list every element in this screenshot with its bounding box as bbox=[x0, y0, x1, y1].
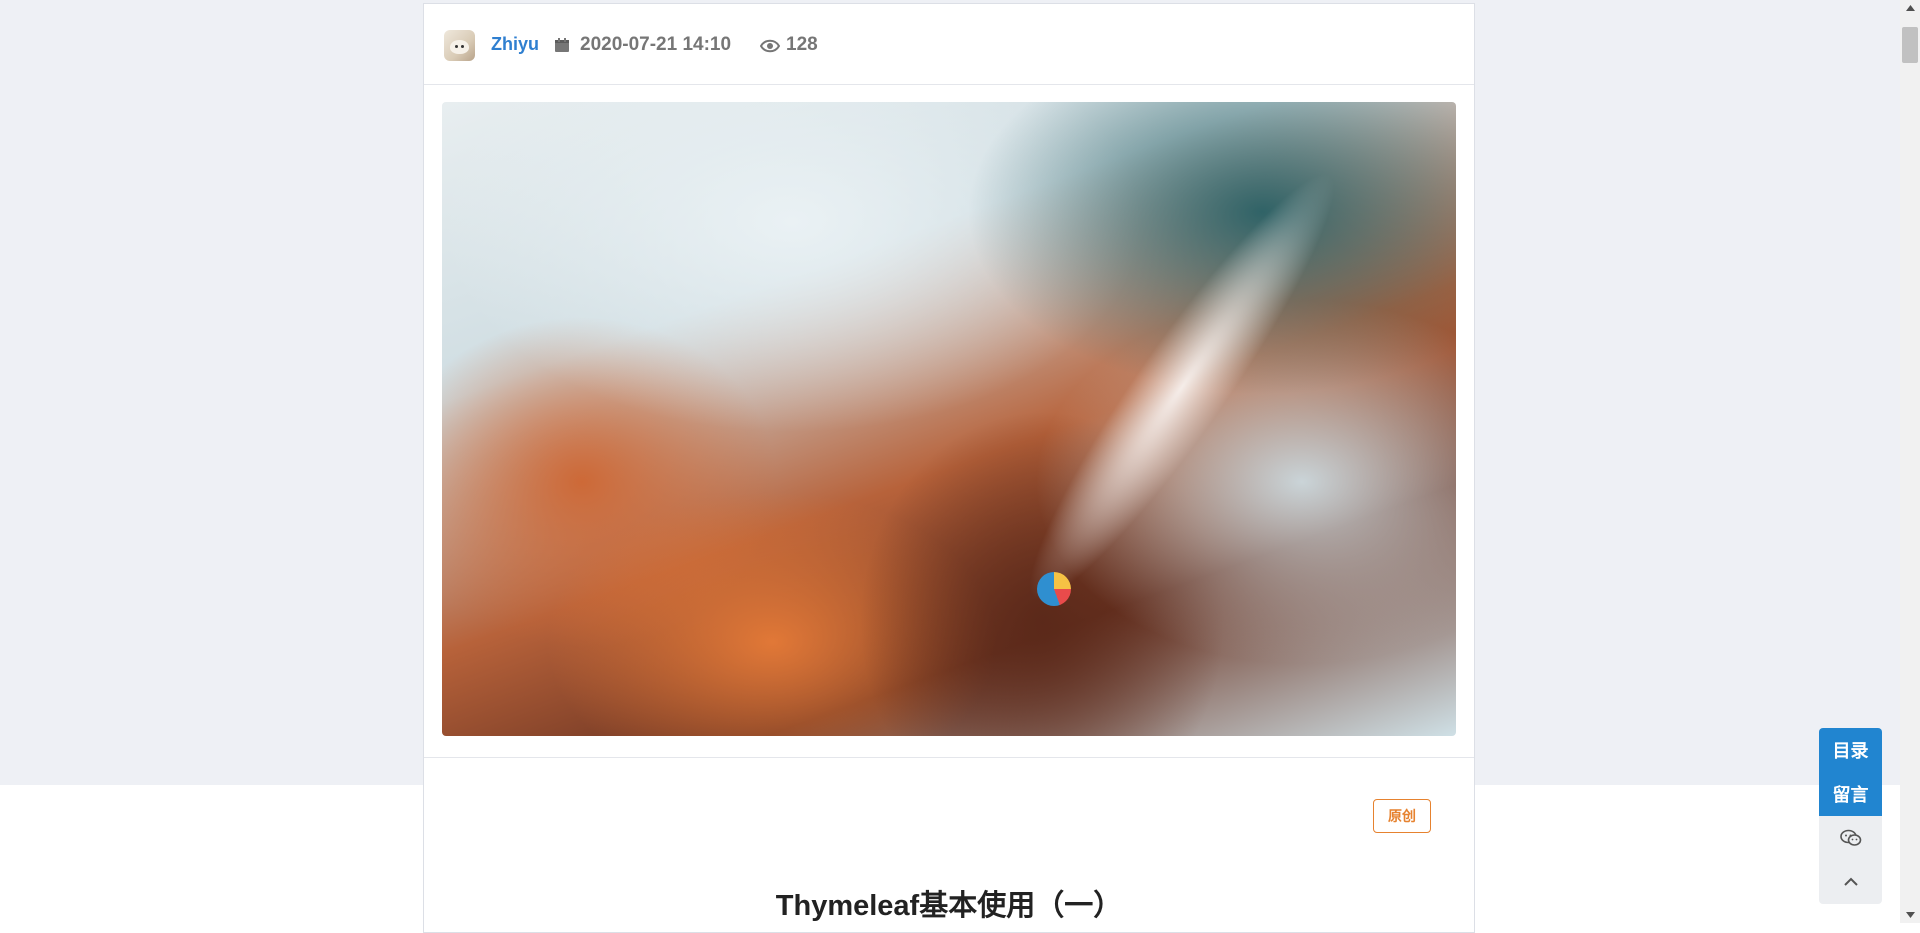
author-avatar[interactable] bbox=[444, 30, 475, 61]
comment-button[interactable]: 留言 bbox=[1819, 772, 1882, 816]
triangle-up-icon bbox=[1905, 5, 1915, 11]
eye-icon bbox=[760, 39, 780, 53]
post-meta: Zhiyu 2020-07-21 14:10 128 bbox=[424, 4, 1474, 85]
back-to-top-button[interactable] bbox=[1819, 860, 1882, 904]
post-card: Zhiyu 2020-07-21 14:10 128 原创 Thymeleaf基… bbox=[423, 3, 1475, 933]
triangle-down-icon bbox=[1905, 912, 1915, 918]
scroll-up-arrow[interactable] bbox=[1900, 0, 1920, 16]
original-badge: 原创 bbox=[1373, 799, 1431, 833]
toc-button[interactable]: 目录 bbox=[1819, 728, 1882, 772]
scrollbar-thumb[interactable] bbox=[1902, 27, 1918, 63]
page-scrollbar[interactable] bbox=[1900, 0, 1920, 923]
cover-image-section bbox=[424, 84, 1474, 758]
wechat-button[interactable] bbox=[1819, 816, 1882, 860]
chevron-up-icon bbox=[1843, 877, 1858, 886]
scroll-down-arrow[interactable] bbox=[1900, 907, 1920, 923]
wechat-icon bbox=[1839, 829, 1861, 846]
post-title: Thymeleaf基本使用（一） bbox=[775, 890, 1123, 922]
floating-toolbar: 目录 留言 bbox=[1819, 728, 1882, 904]
cover-image bbox=[442, 102, 1456, 736]
floating-widget-icon[interactable] bbox=[1037, 572, 1071, 606]
author-link[interactable]: Zhiyu bbox=[491, 34, 539, 55]
calendar-icon bbox=[555, 38, 569, 52]
post-date: 2020-07-21 14:10 bbox=[580, 34, 732, 55]
view-count: 128 bbox=[786, 34, 818, 55]
